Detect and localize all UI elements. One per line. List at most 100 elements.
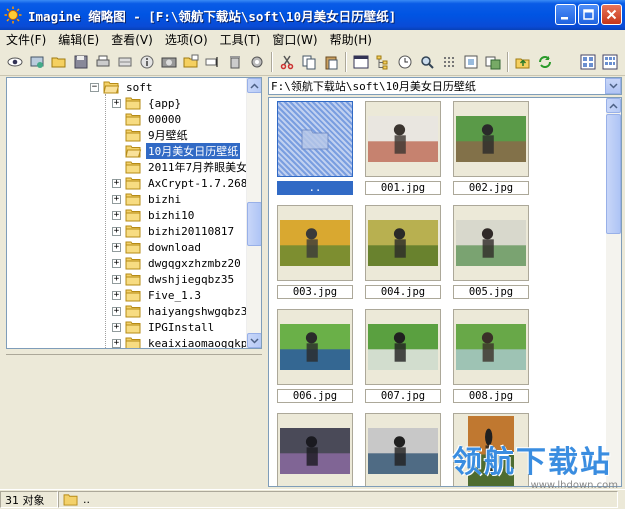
maximize-button[interactable] <box>578 4 599 25</box>
expand-toggle[interactable]: + <box>112 210 121 220</box>
thumbnail-frame[interactable] <box>277 101 353 177</box>
search-button[interactable] <box>416 51 438 73</box>
delete-button[interactable] <box>224 51 246 73</box>
minimize-button[interactable] <box>555 4 576 25</box>
expand-toggle[interactable]: + <box>112 338 121 348</box>
expand-toggle[interactable]: + <box>112 98 121 108</box>
thumbnail-frame[interactable] <box>453 101 529 177</box>
thumbs-vertical-scrollbar[interactable] <box>606 98 621 486</box>
clock-button[interactable] <box>394 51 416 73</box>
thumbnail-frame[interactable] <box>277 413 353 486</box>
thumbnail-frame[interactable] <box>453 205 529 281</box>
thumbnail-item[interactable] <box>365 413 441 486</box>
folder-tree[interactable]: − soft + {app} 00000 9月壁纸 10月美女日历壁纸 2011年7月养眼… <box>6 77 262 349</box>
expand-toggle[interactable]: + <box>112 178 121 188</box>
tree-item[interactable]: 10月美女日历壁纸 <box>112 143 241 159</box>
save-button[interactable] <box>70 51 92 73</box>
thumbnail-item[interactable]: 001.jpg <box>365 101 441 195</box>
tree-item[interactable]: + AxCrypt-1.7.2687. <box>112 175 249 191</box>
large-icons-button[interactable] <box>577 51 599 73</box>
expand-toggle[interactable]: + <box>112 242 121 252</box>
tree-item[interactable]: + bizhi20110817 <box>112 223 236 239</box>
menu-view[interactable]: 查看(V) <box>105 31 159 48</box>
collapse-toggle[interactable]: − <box>90 82 99 92</box>
thumbnail-item[interactable] <box>277 413 353 486</box>
thumbnail-item[interactable]: 003.jpg <box>277 205 353 299</box>
paste-button[interactable] <box>320 51 342 73</box>
tree-item[interactable]: 00000 <box>112 111 183 127</box>
expand-toggle[interactable]: + <box>112 322 121 332</box>
tree-item[interactable]: + bizhi10 <box>112 207 196 223</box>
scroll-thumb[interactable] <box>606 114 621 234</box>
menu-window[interactable]: 窗口(W) <box>266 31 323 48</box>
expand-toggle[interactable]: + <box>112 258 121 268</box>
tree-view-button[interactable] <box>372 51 394 73</box>
up-folder-button[interactable] <box>512 51 534 73</box>
menu-help[interactable]: 帮助(H) <box>324 31 378 48</box>
tree-item-root[interactable]: − soft <box>90 79 155 95</box>
view-button[interactable] <box>4 51 26 73</box>
thumbnail-item[interactable]: 004.jpg <box>365 205 441 299</box>
cut-button[interactable] <box>276 51 298 73</box>
expand-toggle[interactable]: + <box>112 274 121 284</box>
menu-options[interactable]: 选项(O) <box>159 31 214 48</box>
scroll-up-button[interactable] <box>247 78 261 93</box>
thumbnail-item[interactable]: 008.jpg <box>453 309 529 403</box>
scissors-icon <box>280 55 294 69</box>
thumbnail-item[interactable]: 007.jpg <box>365 309 441 403</box>
path-combobox[interactable]: F:\领航下载站\soft\10月美女日历壁纸 <box>268 77 622 95</box>
expand-toggle[interactable]: + <box>112 226 121 236</box>
thumbnail-frame[interactable] <box>277 205 353 281</box>
tree-item[interactable]: + IPGInstall <box>112 319 216 335</box>
tree-item[interactable]: + haiyangshwgqbz36 <box>112 303 249 319</box>
close-button[interactable] <box>601 4 622 25</box>
thumbnail-view-button[interactable] <box>350 51 372 73</box>
camera-button[interactable] <box>158 51 180 73</box>
small-icons-button[interactable] <box>599 51 621 73</box>
thumbnail-frame[interactable] <box>277 309 353 385</box>
tree-item[interactable]: + download <box>112 239 203 255</box>
expand-toggle[interactable]: + <box>112 306 121 316</box>
tree-item[interactable]: 2011年7月养眼美女 <box>112 159 249 175</box>
thumbnail-item[interactable]: 002.jpg <box>453 101 529 195</box>
tree-item[interactable]: + bizhi <box>112 191 183 207</box>
expand-toggle[interactable]: + <box>112 194 121 204</box>
thumbnail-item[interactable]: 005.jpg <box>453 205 529 299</box>
tree-item[interactable]: + dwgqgxzhzmbz20 <box>112 255 243 271</box>
menu-edit[interactable]: 编辑(E) <box>52 31 105 48</box>
scan-button[interactable] <box>114 51 136 73</box>
compare-button[interactable] <box>482 51 504 73</box>
slideshow-button[interactable] <box>26 51 48 73</box>
grid-button[interactable] <box>438 51 460 73</box>
refresh-button[interactable] <box>534 51 556 73</box>
tree-vertical-scrollbar[interactable] <box>246 78 261 348</box>
fit-button[interactable] <box>460 51 482 73</box>
info-button[interactable] <box>136 51 158 73</box>
scroll-up-button[interactable] <box>606 98 621 113</box>
tree-item[interactable]: + Five_1.3 <box>112 287 203 303</box>
tree-item[interactable]: + dwshjiegqbz35 <box>112 271 236 287</box>
tree-item[interactable]: 9月壁纸 <box>112 127 190 143</box>
thumbnail-frame[interactable] <box>365 413 441 486</box>
thumbnail-frame[interactable] <box>453 309 529 385</box>
tree-item[interactable]: + {app} <box>112 95 183 111</box>
print-button[interactable] <box>92 51 114 73</box>
thumbnail-frame[interactable] <box>365 309 441 385</box>
tree-item[interactable]: + keaixiaomaogqkpbz <box>112 335 249 348</box>
scroll-thumb[interactable] <box>247 202 261 246</box>
thumbnail-item[interactable]: .. <box>277 101 353 195</box>
thumbnail-item[interactable]: 006.jpg <box>277 309 353 403</box>
copy-to-folder-button[interactable] <box>180 51 202 73</box>
copy-button[interactable] <box>298 51 320 73</box>
expand-toggle[interactable]: + <box>112 290 121 300</box>
rename-button[interactable] <box>202 51 224 73</box>
menu-tools[interactable]: 工具(T) <box>214 31 267 48</box>
thumbnail-frame[interactable] <box>365 101 441 177</box>
thumbnail-frame[interactable] <box>365 205 441 281</box>
settings-button[interactable] <box>246 51 268 73</box>
thumbnail-grid[interactable]: .. 001.jpg 002.jpg 003.jpg 004.jpg 005.jpg 006… <box>268 97 622 487</box>
menu-file[interactable]: 文件(F) <box>0 31 52 48</box>
scroll-down-button[interactable] <box>247 333 261 348</box>
open-folder-button[interactable] <box>48 51 70 73</box>
path-dropdown-button[interactable] <box>605 78 621 94</box>
